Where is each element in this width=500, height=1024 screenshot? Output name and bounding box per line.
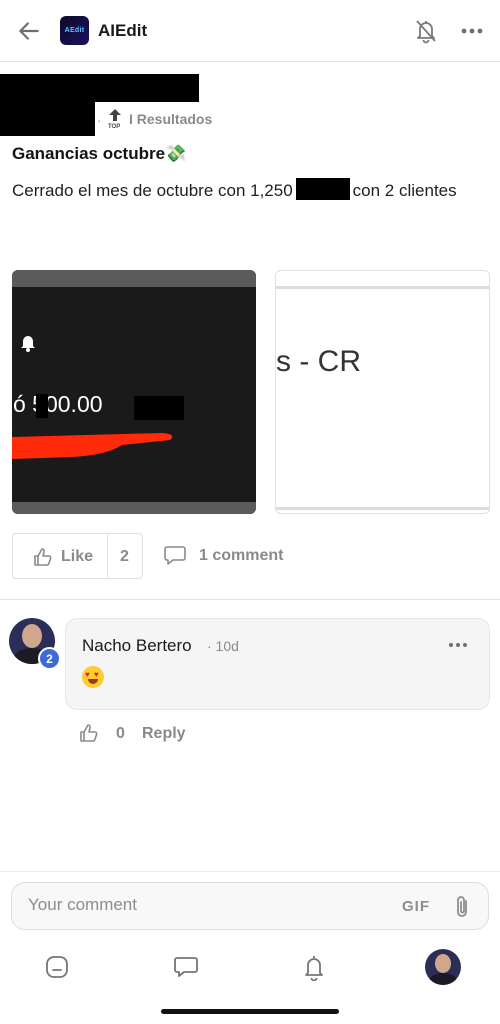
redacted-author-name [95, 74, 199, 102]
comment-like-count: 0 [116, 725, 125, 742]
comment-input[interactable] [28, 895, 388, 915]
top-badge-icon: TOP [107, 108, 123, 130]
image-bottom-band [276, 507, 489, 510]
top-badge-label: TOP [108, 124, 121, 130]
like-label: Like [61, 548, 94, 565]
post-title: Ganancias octubre💸 [12, 144, 187, 163]
red-scribble [12, 433, 173, 459]
arrow-left-icon[interactable] [16, 18, 42, 44]
image-top-band [276, 286, 489, 289]
top-app-bar: AEdit AIEdit [0, 0, 500, 62]
paperclip-icon[interactable] [454, 895, 472, 919]
like-count[interactable]: 2 [120, 548, 129, 566]
image-top-band [12, 270, 256, 287]
comment-time: · 10d [207, 638, 239, 654]
post-body: Cerrado el mes de octubre con 1,250 con 2… [12, 177, 482, 205]
comment-icon[interactable] [164, 545, 186, 565]
avatar-face [435, 954, 451, 973]
image-bottom-band [12, 502, 256, 514]
chat-icon[interactable] [173, 955, 199, 979]
comment-bubble: Nacho Bertero · 10d ♥ ♥ [65, 618, 490, 710]
heart-eyes-emoji: ♥ ♥ [82, 666, 104, 688]
thumbs-up-icon[interactable] [79, 723, 99, 743]
divider [0, 599, 500, 600]
app-logo[interactable]: AEdit [60, 16, 89, 45]
redacted-currency [295, 178, 350, 200]
avatar-face [22, 624, 42, 648]
heart-eye-left: ♥ [85, 670, 90, 679]
more-horizontal-icon[interactable] [448, 639, 468, 651]
app-logo-text: AEdit [64, 27, 85, 34]
comment-author[interactable]: Nacho Bertero [82, 636, 192, 656]
home-indicator [161, 1009, 339, 1014]
like-divider [107, 534, 108, 578]
bell-off-icon[interactable] [414, 18, 438, 44]
image-amount-text: ó 500.00 [13, 391, 103, 417]
redacted-amount-currency [134, 396, 184, 420]
meta-separator: · [97, 113, 102, 128]
avatar-shirt [429, 973, 457, 985]
thumbs-up-icon [34, 548, 52, 566]
post-body-text-start: Cerrado el mes de octubre con 1,250 [12, 181, 293, 200]
post-image-1[interactable]: ó 500.00 [12, 270, 256, 514]
image-2-text: s - CR [276, 345, 361, 378]
level-badge: 2 [38, 647, 61, 670]
like-button[interactable]: Like 2 [12, 533, 143, 579]
comment-count[interactable]: 1 comment [199, 547, 283, 565]
more-horizontal-icon[interactable] [460, 22, 484, 40]
emoji-mouth [88, 679, 98, 684]
redacted-amount-part [36, 394, 48, 418]
redacted-avatar-block [0, 74, 95, 136]
profile-avatar[interactable] [425, 949, 461, 985]
bell-icon [21, 336, 35, 352]
gif-button[interactable]: GIF [402, 898, 430, 915]
composer-divider [0, 871, 500, 872]
app-title[interactable]: AIEdit [98, 21, 147, 41]
home-icon[interactable] [45, 955, 69, 979]
post-category[interactable]: I Resultados [129, 111, 212, 127]
post-image-2[interactable]: s - CR [275, 270, 490, 514]
comment-composer: GIF [11, 882, 489, 930]
bell-icon[interactable] [303, 953, 325, 981]
reply-button[interactable]: Reply [142, 725, 186, 743]
post-body-text-end: con 2 clientes [352, 181, 457, 200]
heart-eye-right: ♥ [94, 670, 99, 679]
